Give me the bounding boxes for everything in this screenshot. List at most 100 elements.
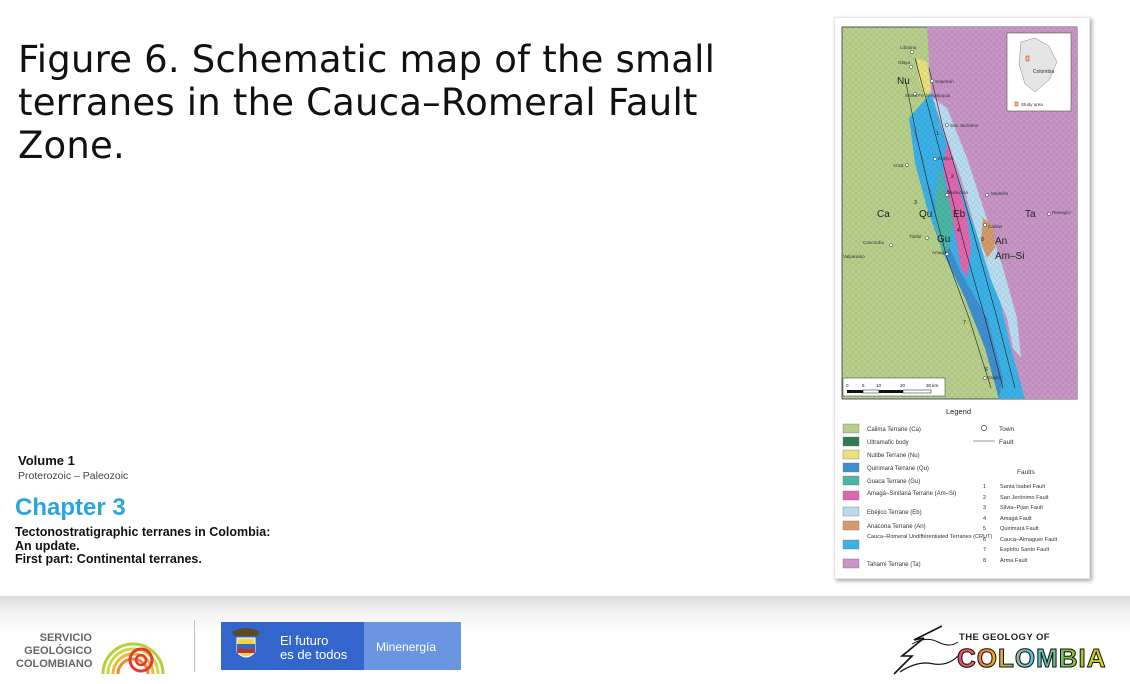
town-label: Salgar bbox=[987, 375, 1001, 380]
legend-label: Tahamí Terrane (Ta) bbox=[867, 562, 921, 568]
fault-name: Arma Fault bbox=[1000, 558, 1028, 564]
scale-bar: 0 5 10 20 30 km bbox=[842, 377, 946, 397]
town-label: Medellín bbox=[991, 191, 1009, 196]
legend-swatch bbox=[842, 558, 860, 569]
fault-number: 6 bbox=[983, 537, 986, 543]
legend-label: Ebéjico Terrane (Eb) bbox=[867, 510, 922, 516]
town-marker bbox=[1047, 212, 1051, 216]
gov-slogan: El futuro es de todos bbox=[280, 634, 347, 662]
legend-swatch bbox=[842, 475, 860, 486]
sgc-spiral-logo-icon bbox=[101, 642, 165, 675]
legend-swatch bbox=[842, 462, 860, 473]
fault-name: Cauca–Almaguer Fault bbox=[1000, 537, 1058, 543]
town-label: Amagá bbox=[932, 250, 947, 255]
era-label: Proterozoic – Paleozoic bbox=[18, 470, 129, 482]
map-figure: Colombia Study area Ca Nu Qu Gu Eb An Am… bbox=[834, 17, 1090, 579]
fault-number: 8 bbox=[983, 558, 986, 564]
town-marker bbox=[945, 123, 949, 127]
legend-terranes: Calima Terrane (Ca) Ultramafic body Nuti… bbox=[842, 423, 993, 569]
fault-number: 4 bbox=[957, 228, 960, 234]
terrane-label: Ta bbox=[1025, 209, 1036, 220]
subtitle-line: Tectonostratigraphic terranes in Colombi… bbox=[15, 525, 271, 539]
town-marker bbox=[985, 193, 989, 197]
map-svg: Colombia Study area Ca Nu Qu Gu Eb An Am… bbox=[841, 26, 1078, 569]
town-label: Valparaíso bbox=[843, 254, 865, 259]
legend-swatch bbox=[842, 449, 860, 460]
fault-number: 8 bbox=[981, 237, 984, 243]
terrane-label: Eb bbox=[953, 209, 966, 220]
legend-swatch bbox=[842, 423, 860, 434]
legend-symbol-label: Fault bbox=[999, 439, 1014, 446]
terrane-label: Ca bbox=[877, 209, 890, 220]
town-marker bbox=[930, 79, 934, 83]
sgc-line: GEOLÓGICO bbox=[24, 645, 92, 657]
town-marker bbox=[925, 236, 929, 240]
scale-segment bbox=[902, 389, 932, 394]
legend-label: Cauca–Romeral Undifferentiated Terranes … bbox=[867, 534, 993, 540]
fault-name: San Jerónimo Fault bbox=[1000, 495, 1049, 501]
legend-label: Ultramafic body bbox=[867, 440, 909, 446]
fault-number: 2 bbox=[951, 174, 954, 180]
fault-number: 3 bbox=[983, 505, 986, 511]
town-marker bbox=[889, 243, 893, 247]
fault-number: 1 bbox=[936, 131, 939, 137]
scale-segment bbox=[847, 390, 863, 393]
fault-name: Silvia–Pijao Fault bbox=[1000, 505, 1043, 511]
town-label: San Jerónimo bbox=[950, 123, 979, 128]
town-label: Concordia bbox=[863, 240, 884, 245]
fault-name: Santa Isabel Fault bbox=[1000, 484, 1046, 490]
town-label: Santa Fe de Antioquia bbox=[905, 93, 951, 98]
scale-segment bbox=[879, 390, 903, 393]
sgc-logo-text: SERVICIO GEOLÓGICO COLOMBIANO bbox=[16, 632, 92, 671]
fault-number: 2 bbox=[983, 495, 986, 501]
colombia-text: COLOMBIA bbox=[957, 643, 1107, 674]
town-marker bbox=[909, 65, 913, 69]
sgc-line: SERVICIO bbox=[39, 632, 92, 644]
fault-number: 7 bbox=[963, 320, 966, 326]
legend-label: Amagá–Sinifaná Terrane (Am–Si) bbox=[867, 491, 956, 497]
inset-legend-swatch bbox=[1014, 101, 1019, 107]
footer-divider bbox=[194, 620, 195, 672]
town-label: Caldas bbox=[988, 224, 1003, 229]
geology-logo-mark-icon bbox=[893, 625, 959, 675]
inset-label: Study area bbox=[1021, 102, 1043, 107]
town-label: Titiribí bbox=[909, 234, 922, 239]
fault-list: 1 Santa Isabel Fault 2 San Jerónimo Faul… bbox=[983, 484, 1058, 564]
town-marker bbox=[905, 163, 909, 167]
fault-number: 1 bbox=[983, 484, 986, 490]
legend-label: Guaca Terrane (Gu) bbox=[867, 479, 920, 485]
figure-title: Figure 6. Schematic map of the small ter… bbox=[18, 38, 716, 167]
colombia-wordmark: COLOMBIA bbox=[957, 643, 1107, 674]
town-marker bbox=[983, 223, 987, 227]
legend-symbol-label: Town bbox=[999, 426, 1015, 433]
scale-tick: 20 bbox=[900, 383, 906, 388]
legend-swatch bbox=[842, 539, 860, 550]
scale-tick: 10 bbox=[876, 383, 882, 388]
scale-segment bbox=[862, 389, 880, 394]
legend-symbols: Town Fault Faults bbox=[973, 425, 1035, 476]
fault-number: 4 bbox=[983, 516, 986, 522]
subtitle-line: An update. bbox=[15, 538, 80, 553]
fault-name: Espíritu Santo Fault bbox=[1000, 547, 1050, 553]
town-marker bbox=[933, 157, 937, 161]
coat-of-arms-icon bbox=[232, 628, 260, 658]
terrane-label: An bbox=[995, 236, 1007, 247]
ministry-label: Minenergía bbox=[376, 640, 437, 654]
town-marker bbox=[910, 50, 914, 54]
town-label: Rionegro bbox=[1052, 210, 1071, 215]
legend-swatch bbox=[842, 520, 860, 531]
town-label: Ebéjico bbox=[938, 156, 954, 161]
legend-label: Calima Terrane (Ca) bbox=[867, 427, 921, 433]
faults-title: Faults bbox=[1017, 469, 1035, 476]
scale-tick: 30 km bbox=[926, 383, 939, 388]
town-symbol-icon bbox=[981, 425, 987, 431]
chapter-label: Chapter 3 bbox=[15, 494, 126, 521]
terrane-label: Nu bbox=[897, 76, 910, 87]
legend-label: Nutibe Terrane (Nu) bbox=[867, 453, 920, 459]
legend-title: Legend bbox=[946, 407, 971, 416]
fault-number: 3 bbox=[914, 200, 917, 206]
subtitle-line: First part: Continental terranes. bbox=[15, 552, 202, 566]
town-label: Anzá bbox=[893, 163, 904, 168]
legend-swatch bbox=[842, 436, 860, 447]
geology-of-label: THE GEOLOGY OF bbox=[959, 632, 1050, 643]
